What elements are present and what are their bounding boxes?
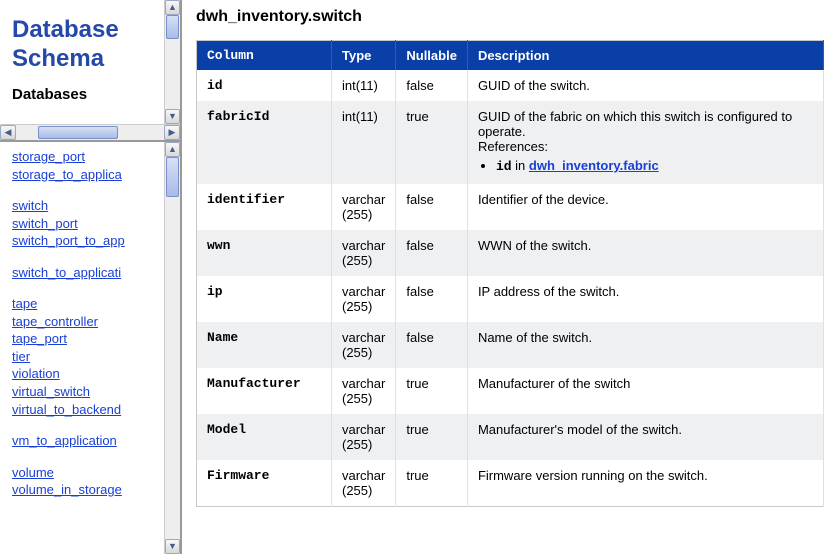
scroll-thumb[interactable] [166,15,179,39]
sidebar-link-volume-in-storage[interactable]: volume_in_storage [12,481,160,499]
sidebar-link-storage-to-applica[interactable]: storage_to_applica [12,166,160,184]
cell-description: WWN of the switch. [467,230,823,276]
header-description: Description [467,41,823,71]
sidebar-link-virtual-switch[interactable]: virtual_switch [12,383,160,401]
table-row: ipvarchar (255)falseIP address of the sw… [197,276,824,322]
header-column: Column [197,41,332,71]
cell-nullable: true [396,414,468,460]
cell-description: Manufacturer's model of the switch. [467,414,823,460]
scroll-left-icon[interactable]: ◀ [0,125,16,140]
sidebar: Database Schema Databases ▲ ▼ ◀ ▶ storag… [0,0,182,554]
cell-column: id [197,70,332,101]
cell-nullable: true [396,460,468,507]
cell-nullable: false [396,184,468,230]
sidebar-link-volume[interactable]: volume [12,464,160,482]
cell-description: GUID of the switch. [467,70,823,101]
main-content: dwh_inventory.switch Column Type Nullabl… [182,0,832,554]
cell-description: Identifier of the device. [467,184,823,230]
databases-heading: Databases [12,86,154,103]
cell-type: varchar (255) [332,184,396,230]
cell-column: Firmware [197,460,332,507]
schema-title: Database Schema [12,16,154,74]
sidebar-link-tape-controller[interactable]: tape_controller [12,313,160,331]
cell-nullable: false [396,276,468,322]
scroll-down-icon[interactable]: ▼ [165,109,180,124]
sidebar-link-vm-to-application[interactable]: vm_to_application [12,432,160,450]
table-row: Modelvarchar (255)trueManufacturer's mod… [197,414,824,460]
cell-type: varchar (255) [332,322,396,368]
page-title: dwh_inventory.switch [196,8,824,26]
cell-column: identifier [197,184,332,230]
scroll-track[interactable] [165,15,180,109]
table-row: Firmwarevarchar (255)trueFirmware versio… [197,460,824,507]
cell-type: varchar (255) [332,368,396,414]
sidebar-link-storage-port[interactable]: storage_port [12,148,160,166]
scroll-track[interactable] [165,157,180,539]
sidebar-link-tape[interactable]: tape [12,295,160,313]
cell-column: wwn [197,230,332,276]
cell-type: varchar (255) [332,276,396,322]
bottom-pane-vertical-scrollbar[interactable]: ▲ ▼ [164,142,180,554]
table-row: identifiervarchar (255)falseIdentifier o… [197,184,824,230]
sidebar-bottom-pane: storage_portstorage_to_applicaswitchswit… [0,142,180,554]
cell-description: IP address of the switch. [467,276,823,322]
table-row: idint(11)falseGUID of the switch. [197,70,824,101]
cell-column: fabricId [197,101,332,184]
sidebar-link-switch[interactable]: switch [12,197,160,215]
sidebar-link-tier[interactable]: tier [12,348,160,366]
top-pane-vertical-scrollbar[interactable]: ▲ ▼ [164,0,180,124]
scroll-thumb[interactable] [38,126,118,139]
cell-nullable: false [396,322,468,368]
cell-column: Name [197,322,332,368]
cell-type: varchar (255) [332,414,396,460]
cell-type: varchar (255) [332,230,396,276]
sidebar-link-switch-to-applicati[interactable]: switch_to_applicati [12,264,160,282]
sidebar-link-tape-port[interactable]: tape_port [12,330,160,348]
table-row: Manufacturervarchar (255)trueManufacture… [197,368,824,414]
schema-table: Column Type Nullable Description idint(1… [196,40,824,507]
cell-description: Firmware version running on the switch. [467,460,823,507]
scroll-up-icon[interactable]: ▲ [165,142,180,157]
cell-description: Name of the switch. [467,322,823,368]
scroll-right-icon[interactable]: ▶ [164,125,180,140]
cell-column: ip [197,276,332,322]
scroll-down-icon[interactable]: ▼ [165,539,180,554]
cell-description: GUID of the fabric on which this switch … [467,101,823,184]
sidebar-link-virtual-to-backend[interactable]: virtual_to_backend [12,401,160,419]
table-link-list: storage_portstorage_to_applicaswitchswit… [0,142,164,554]
table-row: fabricIdint(11)trueGUID of the fabric on… [197,101,824,184]
reference-link[interactable]: dwh_inventory.fabric [529,158,659,173]
table-row: Namevarchar (255)falseName of the switch… [197,322,824,368]
cell-description: Manufacturer of the switch [467,368,823,414]
header-type: Type [332,41,396,71]
cell-nullable: false [396,70,468,101]
table-header-row: Column Type Nullable Description [197,41,824,71]
top-pane-horizontal-scrollbar[interactable]: ◀ ▶ [0,124,180,140]
scroll-track[interactable] [16,125,164,140]
cell-nullable: true [396,101,468,184]
table-row: wwnvarchar (255)falseWWN of the switch. [197,230,824,276]
cell-nullable: true [396,368,468,414]
cell-column: Manufacturer [197,368,332,414]
cell-nullable: false [396,230,468,276]
cell-type: int(11) [332,70,396,101]
reference-column: id [496,159,512,174]
cell-column: Model [197,414,332,460]
cell-type: int(11) [332,101,396,184]
sidebar-link-violation[interactable]: violation [12,365,160,383]
cell-type: varchar (255) [332,460,396,507]
scroll-up-icon[interactable]: ▲ [165,0,180,15]
sidebar-link-switch-port[interactable]: switch_port [12,215,160,233]
header-nullable: Nullable [396,41,468,71]
scroll-thumb[interactable] [166,157,179,197]
sidebar-top-pane: Database Schema Databases ▲ ▼ ◀ ▶ [0,0,180,142]
sidebar-link-switch-port-to-app[interactable]: switch_port_to_app [12,232,160,250]
